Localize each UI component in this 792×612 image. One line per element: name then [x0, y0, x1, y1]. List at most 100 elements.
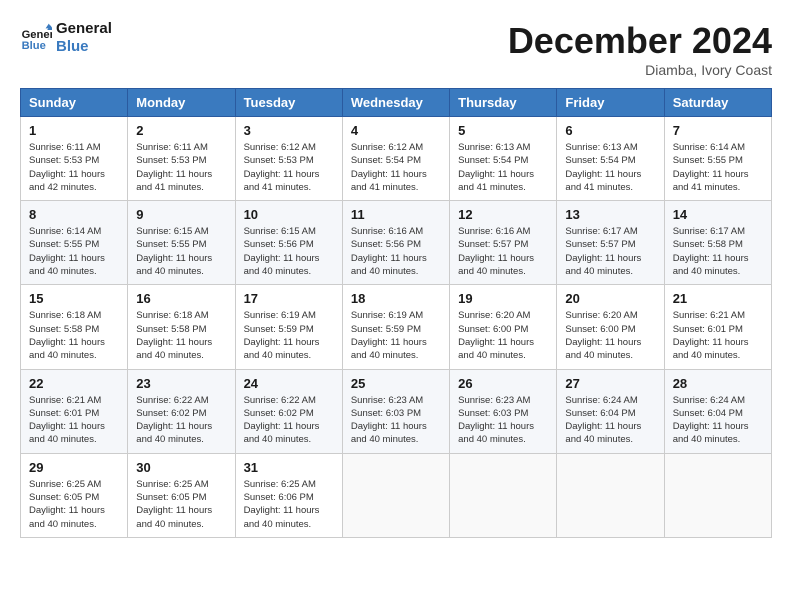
col-header-sunday: Sunday [21, 89, 128, 117]
sunrise-label: Sunrise: 6:25 AM [244, 479, 316, 490]
sunrise-label: Sunrise: 6:17 AM [673, 226, 745, 237]
sunset-label: Sunset: 6:02 PM [136, 408, 206, 419]
day-info: Sunrise: 6:11 AM Sunset: 5:53 PM Dayligh… [136, 141, 226, 194]
calendar-cell: 22 Sunrise: 6:21 AM Sunset: 6:01 PM Dayl… [21, 369, 128, 453]
daylight-label: Daylight: 11 hours and 40 minutes. [29, 337, 105, 361]
daylight-label: Daylight: 11 hours and 40 minutes. [244, 421, 320, 445]
daylight-label: Daylight: 11 hours and 40 minutes. [673, 337, 749, 361]
location: Diamba, Ivory Coast [508, 62, 772, 78]
calendar-cell: 7 Sunrise: 6:14 AM Sunset: 5:55 PM Dayli… [664, 117, 771, 201]
sunset-label: Sunset: 5:58 PM [673, 239, 743, 250]
sunrise-label: Sunrise: 6:21 AM [673, 310, 745, 321]
calendar-cell: 28 Sunrise: 6:24 AM Sunset: 6:04 PM Dayl… [664, 369, 771, 453]
col-header-saturday: Saturday [664, 89, 771, 117]
sunrise-label: Sunrise: 6:22 AM [244, 395, 316, 406]
col-header-wednesday: Wednesday [342, 89, 449, 117]
sunrise-label: Sunrise: 6:11 AM [29, 142, 101, 153]
sunset-label: Sunset: 5:53 PM [244, 155, 314, 166]
daylight-label: Daylight: 11 hours and 40 minutes. [565, 337, 641, 361]
day-info: Sunrise: 6:17 AM Sunset: 5:58 PM Dayligh… [673, 225, 763, 278]
calendar-cell: 24 Sunrise: 6:22 AM Sunset: 6:02 PM Dayl… [235, 369, 342, 453]
logo: General Blue General Blue [20, 20, 112, 56]
sunrise-label: Sunrise: 6:13 AM [458, 142, 530, 153]
calendar-header-row: SundayMondayTuesdayWednesdayThursdayFrid… [21, 89, 772, 117]
day-number: 11 [351, 207, 441, 222]
day-info: Sunrise: 6:17 AM Sunset: 5:57 PM Dayligh… [565, 225, 655, 278]
day-info: Sunrise: 6:25 AM Sunset: 6:05 PM Dayligh… [29, 478, 119, 531]
sunset-label: Sunset: 5:54 PM [351, 155, 421, 166]
daylight-label: Daylight: 11 hours and 40 minutes. [136, 505, 212, 529]
day-number: 16 [136, 291, 226, 306]
daylight-label: Daylight: 11 hours and 40 minutes. [458, 337, 534, 361]
day-info: Sunrise: 6:20 AM Sunset: 6:00 PM Dayligh… [565, 309, 655, 362]
sunset-label: Sunset: 5:59 PM [351, 324, 421, 335]
daylight-label: Daylight: 11 hours and 40 minutes. [29, 505, 105, 529]
sunset-label: Sunset: 6:02 PM [244, 408, 314, 419]
sunrise-label: Sunrise: 6:15 AM [244, 226, 316, 237]
sunrise-label: Sunrise: 6:24 AM [673, 395, 745, 406]
calendar-cell: 2 Sunrise: 6:11 AM Sunset: 5:53 PM Dayli… [128, 117, 235, 201]
sunrise-label: Sunrise: 6:14 AM [673, 142, 745, 153]
sunrise-label: Sunrise: 6:19 AM [351, 310, 423, 321]
logo-general: General [56, 20, 112, 38]
sunrise-label: Sunrise: 6:20 AM [565, 310, 637, 321]
day-number: 20 [565, 291, 655, 306]
calendar-cell: 27 Sunrise: 6:24 AM Sunset: 6:04 PM Dayl… [557, 369, 664, 453]
calendar-cell: 6 Sunrise: 6:13 AM Sunset: 5:54 PM Dayli… [557, 117, 664, 201]
sunrise-label: Sunrise: 6:12 AM [351, 142, 423, 153]
svg-text:General: General [22, 29, 52, 41]
sunrise-label: Sunrise: 6:23 AM [351, 395, 423, 406]
daylight-label: Daylight: 11 hours and 42 minutes. [29, 169, 105, 193]
day-number: 22 [29, 376, 119, 391]
page-container: General Blue General Blue December 2024 … [20, 20, 772, 538]
calendar-cell: 8 Sunrise: 6:14 AM Sunset: 5:55 PM Dayli… [21, 201, 128, 285]
calendar-cell: 20 Sunrise: 6:20 AM Sunset: 6:00 PM Dayl… [557, 285, 664, 369]
sunrise-label: Sunrise: 6:16 AM [458, 226, 530, 237]
day-number: 15 [29, 291, 119, 306]
calendar-cell: 21 Sunrise: 6:21 AM Sunset: 6:01 PM Dayl… [664, 285, 771, 369]
day-number: 13 [565, 207, 655, 222]
day-number: 25 [351, 376, 441, 391]
calendar-cell: 4 Sunrise: 6:12 AM Sunset: 5:54 PM Dayli… [342, 117, 449, 201]
daylight-label: Daylight: 11 hours and 40 minutes. [351, 253, 427, 277]
calendar-cell: 13 Sunrise: 6:17 AM Sunset: 5:57 PM Dayl… [557, 201, 664, 285]
day-info: Sunrise: 6:14 AM Sunset: 5:55 PM Dayligh… [29, 225, 119, 278]
day-info: Sunrise: 6:21 AM Sunset: 6:01 PM Dayligh… [673, 309, 763, 362]
day-info: Sunrise: 6:15 AM Sunset: 5:56 PM Dayligh… [244, 225, 334, 278]
calendar-cell: 16 Sunrise: 6:18 AM Sunset: 5:58 PM Dayl… [128, 285, 235, 369]
day-info: Sunrise: 6:20 AM Sunset: 6:00 PM Dayligh… [458, 309, 548, 362]
day-number: 27 [565, 376, 655, 391]
sunrise-label: Sunrise: 6:24 AM [565, 395, 637, 406]
sunrise-label: Sunrise: 6:18 AM [29, 310, 101, 321]
day-number: 18 [351, 291, 441, 306]
col-header-thursday: Thursday [450, 89, 557, 117]
calendar-cell: 29 Sunrise: 6:25 AM Sunset: 6:05 PM Dayl… [21, 453, 128, 537]
sunrise-label: Sunrise: 6:25 AM [29, 479, 101, 490]
sunrise-label: Sunrise: 6:13 AM [565, 142, 637, 153]
sunset-label: Sunset: 6:00 PM [458, 324, 528, 335]
day-number: 3 [244, 123, 334, 138]
logo-blue: Blue [56, 38, 112, 56]
day-info: Sunrise: 6:18 AM Sunset: 5:58 PM Dayligh… [29, 309, 119, 362]
calendar-cell: 26 Sunrise: 6:23 AM Sunset: 6:03 PM Dayl… [450, 369, 557, 453]
day-info: Sunrise: 6:19 AM Sunset: 5:59 PM Dayligh… [351, 309, 441, 362]
day-info: Sunrise: 6:25 AM Sunset: 6:06 PM Dayligh… [244, 478, 334, 531]
day-number: 24 [244, 376, 334, 391]
day-info: Sunrise: 6:25 AM Sunset: 6:05 PM Dayligh… [136, 478, 226, 531]
daylight-label: Daylight: 11 hours and 40 minutes. [244, 253, 320, 277]
day-info: Sunrise: 6:12 AM Sunset: 5:53 PM Dayligh… [244, 141, 334, 194]
daylight-label: Daylight: 11 hours and 41 minutes. [673, 169, 749, 193]
calendar-cell [664, 453, 771, 537]
daylight-label: Daylight: 11 hours and 40 minutes. [244, 337, 320, 361]
sunrise-label: Sunrise: 6:22 AM [136, 395, 208, 406]
daylight-label: Daylight: 11 hours and 40 minutes. [29, 253, 105, 277]
calendar-week-1: 1 Sunrise: 6:11 AM Sunset: 5:53 PM Dayli… [21, 117, 772, 201]
sunrise-label: Sunrise: 6:25 AM [136, 479, 208, 490]
day-number: 14 [673, 207, 763, 222]
sunset-label: Sunset: 5:53 PM [136, 155, 206, 166]
calendar-cell: 1 Sunrise: 6:11 AM Sunset: 5:53 PM Dayli… [21, 117, 128, 201]
sunrise-label: Sunrise: 6:20 AM [458, 310, 530, 321]
day-number: 12 [458, 207, 548, 222]
day-number: 23 [136, 376, 226, 391]
day-number: 8 [29, 207, 119, 222]
